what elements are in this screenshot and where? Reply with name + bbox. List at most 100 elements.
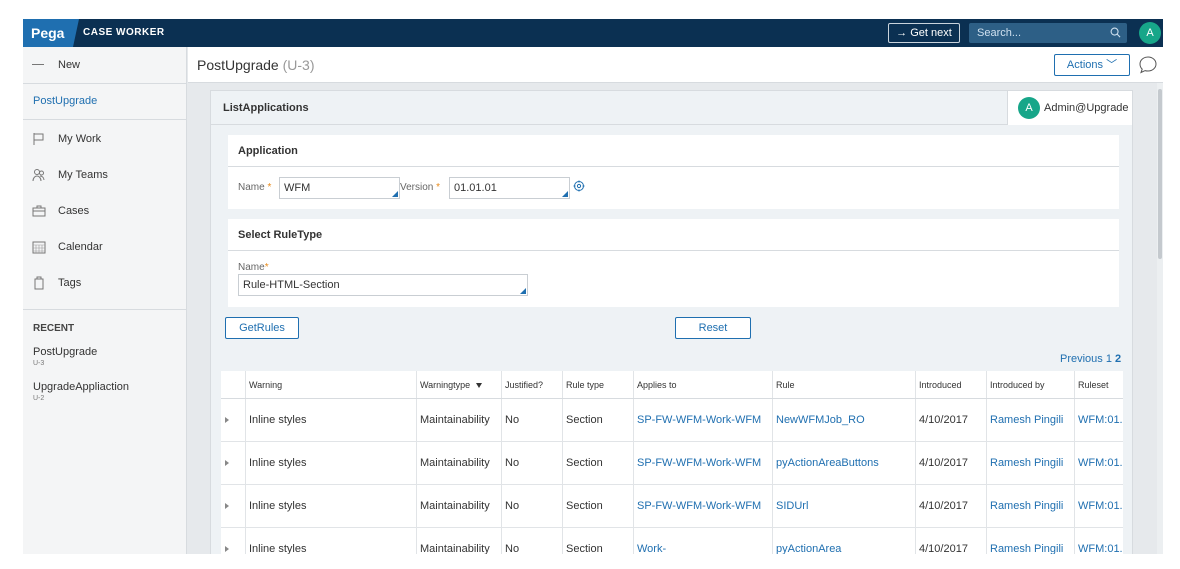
sidebar-item-label: My Work — [58, 133, 102, 145]
sidebar-item-calendar[interactable]: Calendar — [23, 229, 187, 265]
sidebar-item-label: Calendar — [58, 241, 103, 253]
cell-warning: Inline styles — [245, 485, 416, 527]
divider — [228, 166, 1119, 167]
operator-menu[interactable]: A Admin@Upgrade — [1007, 91, 1132, 125]
filter-icon[interactable] — [476, 383, 483, 389]
cell-warning: Inline styles — [245, 399, 416, 441]
portal-name: CASE WORKER — [83, 27, 165, 38]
column-header-rule[interactable]: Rule — [772, 371, 915, 398]
section-title: Application — [238, 145, 298, 157]
expand-row-icon[interactable] — [225, 546, 229, 552]
column-header-introduced[interactable]: Introduced — [915, 371, 986, 398]
table-header: Warning Warningtype Justified? Rule type… — [221, 371, 1123, 399]
chevron-down-icon: ﹀ — [1106, 59, 1118, 71]
sidebar-item-my-work[interactable]: My Work — [23, 121, 187, 157]
column-header-warningtype[interactable]: Warningtype — [416, 371, 501, 398]
column-header-applies-to[interactable]: Applies to — [633, 371, 772, 398]
recent-item-id: U-3 — [33, 360, 45, 367]
case-id: (U-3) — [282, 57, 315, 73]
cell-warning: Inline styles — [245, 528, 416, 554]
column-header-rule-type[interactable]: Rule type — [562, 371, 633, 398]
sidebar-item-active-case[interactable]: PostUpgrade — [23, 83, 187, 119]
team-icon — [32, 169, 45, 182]
cell-rule-link[interactable]: pyActionAreaButtons — [772, 442, 915, 484]
pager: Previous 1 2 — [1060, 353, 1121, 365]
cell-applies-to-link[interactable]: SP-FW-WFM-Work-WFM — [633, 485, 772, 527]
search-input[interactable]: Search... — [969, 23, 1127, 43]
cell-introduced: 4/10/2017 — [915, 528, 986, 554]
page-title: ListApplications — [223, 102, 309, 114]
case-header: PostUpgrade (U-3) Actions ﹀ — [188, 47, 1163, 83]
operator-avatar: A — [1018, 97, 1040, 119]
cell-introduced-by-link[interactable]: Ramesh Pingili — [986, 528, 1074, 554]
search-placeholder: Search... — [977, 27, 1022, 39]
actions-button[interactable]: Actions ﹀ — [1054, 54, 1130, 76]
cell-ruleset-link[interactable]: WFM:01... — [1074, 485, 1123, 527]
user-avatar[interactable]: A — [1139, 22, 1161, 44]
sidebar-item-label: My Teams — [58, 169, 108, 181]
cell-rule-type: Section — [562, 528, 633, 554]
main-header: ListApplications A Admin@Upgrade — [211, 91, 1132, 125]
cell-applies-to-link[interactable]: SP-FW-WFM-Work-WFM — [633, 442, 772, 484]
table-row[interactable]: Inline styles Maintainability No Section… — [221, 528, 1123, 554]
cell-introduced: 4/10/2017 — [915, 442, 986, 484]
cell-applies-to-link[interactable]: SP-FW-WFM-Work-WFM — [633, 399, 772, 441]
cell-justified: No — [501, 399, 562, 441]
page-1-link[interactable]: 1 — [1106, 353, 1112, 365]
previous-link[interactable]: Previous — [1060, 353, 1103, 365]
get-next-button[interactable]: → Get next — [888, 23, 960, 43]
cell-rule-type: Section — [562, 442, 633, 484]
column-header-introduced-by[interactable]: Introduced by — [986, 371, 1074, 398]
version-label: Version * — [400, 182, 440, 193]
sidebar-item-my-teams[interactable]: My Teams — [23, 157, 187, 193]
expand-row-icon[interactable] — [225, 417, 229, 423]
page-scrollbar[interactable] — [1157, 83, 1163, 554]
sidebar-item-cases[interactable]: Cases — [23, 193, 187, 229]
table-row[interactable]: Inline styles Maintainability No Section… — [221, 399, 1123, 442]
sidebar-item-label: Tags — [58, 277, 82, 289]
cell-introduced-by-link[interactable]: Ramesh Pingili — [986, 399, 1074, 441]
expand-row-icon[interactable] — [225, 460, 229, 466]
get-rules-button[interactable]: GetRules — [225, 317, 299, 339]
main-panel: ListApplications A Admin@Upgrade Applica… — [210, 90, 1133, 554]
divider — [23, 119, 187, 120]
settings-cog-icon[interactable] — [573, 180, 585, 192]
column-header-justified[interactable]: Justified? — [501, 371, 562, 398]
sidebar: New PostUpgrade My Work My Teams Cases C… — [23, 47, 187, 554]
sidebar-item-label: New — [58, 59, 81, 71]
label-text: Name — [238, 262, 265, 273]
cell-warningtype: Maintainability — [416, 399, 501, 441]
recent-item[interactable]: UpgradeAppliaction — [33, 381, 129, 393]
ruletype-name-input[interactable]: Rule-HTML-Section — [238, 274, 528, 296]
cell-rule-link[interactable]: SIDUrl — [772, 485, 915, 527]
cell-introduced-by-link[interactable]: Ramesh Pingili — [986, 485, 1074, 527]
sidebar-item-tags[interactable]: Tags — [23, 265, 187, 301]
scrollbar-thumb[interactable] — [1158, 89, 1162, 259]
table-row[interactable]: Inline styles Maintainability No Section… — [221, 485, 1123, 528]
application-section: Application Name * WFM Version * 01.01.0… — [228, 135, 1119, 209]
cell-ruleset-link[interactable]: WFM:01... — [1074, 442, 1123, 484]
application-name-input[interactable]: WFM — [279, 177, 400, 199]
cell-ruleset-link[interactable]: WFM:01... — [1074, 528, 1123, 554]
cell-ruleset-link[interactable]: WFM:01... — [1074, 399, 1123, 441]
chat-bubble-icon[interactable] — [1138, 55, 1158, 75]
ruletype-name-label: Name* — [238, 262, 269, 273]
label-text: Name — [238, 182, 265, 193]
column-header-warning[interactable]: Warning — [245, 371, 416, 398]
cell-introduced-by-link[interactable]: Ramesh Pingili — [986, 442, 1074, 484]
column-header-ruleset[interactable]: Ruleset — [1074, 371, 1123, 398]
cell-applies-to-link[interactable]: Work- — [633, 528, 772, 554]
cell-rule-link[interactable]: NewWFMJob_RO — [772, 399, 915, 441]
search-icon[interactable] — [1110, 27, 1121, 38]
calendar-icon — [32, 241, 46, 254]
reset-button[interactable]: Reset — [675, 317, 751, 339]
expand-row-icon[interactable] — [225, 503, 229, 509]
table-row[interactable]: Inline styles Maintainability No Section… — [221, 442, 1123, 485]
cell-justified: No — [501, 528, 562, 554]
pega-logo[interactable]: Pega — [23, 19, 79, 47]
cell-introduced: 4/10/2017 — [915, 399, 986, 441]
cell-rule-link[interactable]: pyActionArea — [772, 528, 915, 554]
version-input[interactable]: 01.01.01 — [449, 177, 570, 199]
recent-item[interactable]: PostUpgrade — [33, 346, 97, 358]
sidebar-item-new[interactable]: New — [23, 47, 187, 83]
